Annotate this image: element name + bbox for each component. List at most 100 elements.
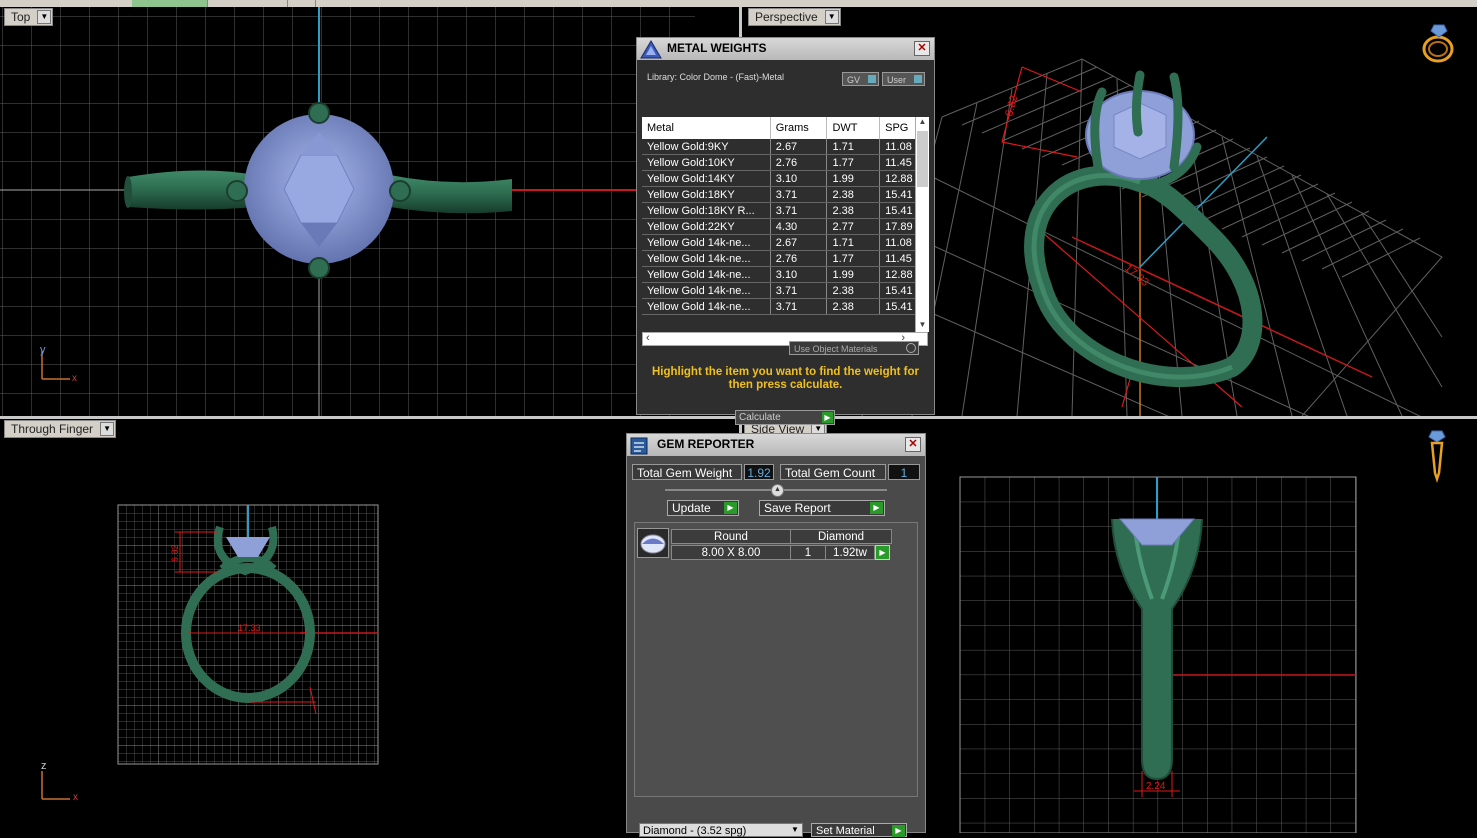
viewport-label-text: Perspective <box>755 10 818 24</box>
chevron-down-icon[interactable]: ▼ <box>100 422 115 436</box>
table-cell: 3.10 <box>770 170 828 187</box>
table-cell: 2.77 <box>826 218 881 235</box>
metal-weights-table: Metal Grams DWT SPG Yellow Gold:9KY 2.67 1… <box>642 117 921 315</box>
gem-weight: 1.92tw <box>825 545 875 560</box>
library-label: Library: Color Dome - (Fast)-Metal <box>647 72 785 82</box>
toolbar-tab-active[interactable] <box>132 0 208 7</box>
table-row[interactable]: Yellow Gold:18KY R... 3.71 2.38 15.41 <box>642 202 921 219</box>
table-cell: 1.71 <box>826 234 881 251</box>
table-cell: 1.77 <box>826 250 881 267</box>
table-row[interactable]: Yellow Gold 14k-ne... 3.71 2.38 15.41 <box>642 298 921 315</box>
play-arrow-icon: ▶ <box>822 412 833 423</box>
panel-titlebar[interactable]: METAL WEIGHTS ✕ <box>637 38 934 60</box>
collapse-icon[interactable]: ▲ <box>771 484 784 497</box>
dimension-height-label: 6.82 <box>170 544 180 562</box>
viewport-label-perspective[interactable]: Perspective ▼ <box>748 8 841 26</box>
chevron-down-icon[interactable]: ▼ <box>824 10 839 24</box>
table-row[interactable]: Yellow Gold:22KY 4.30 2.77 17.89 <box>642 218 921 235</box>
table-row[interactable]: Yellow Gold 14k-ne... 3.71 2.38 15.41 <box>642 282 921 299</box>
table-row[interactable]: Yellow Gold 14k-ne... 3.10 1.99 12.88 <box>642 266 921 283</box>
set-material-label: Set Material <box>816 825 875 837</box>
chevron-down-icon[interactable]: ▼ <box>37 10 52 24</box>
total-gem-count-value: 1 <box>888 464 920 480</box>
table-cell: 3.10 <box>770 266 828 283</box>
gv-toggle[interactable]: GV <box>842 72 879 86</box>
material-select-value: Diamond - (3.52 spg) <box>643 825 747 837</box>
play-arrow-icon[interactable]: ▶ <box>875 545 890 560</box>
close-icon[interactable]: ✕ <box>914 41 930 56</box>
toolbar-tab[interactable] <box>287 0 316 7</box>
chevron-down-icon[interactable]: ▼ <box>789 824 801 836</box>
metal-weights-body: Library: Color Dome - (Fast)-Metal GV Us… <box>637 60 934 425</box>
table-cell: 4.30 <box>770 218 828 235</box>
set-material-button[interactable]: Set Material ▶ <box>811 823 907 837</box>
top-view-canvas: y x <box>0 7 695 416</box>
play-arrow-icon: ▶ <box>870 502 883 514</box>
viewport-label-text: Through Finger <box>11 422 94 436</box>
gv-label: GV <box>847 75 861 85</box>
total-gem-weight-label: Total Gem Weight <box>632 464 742 480</box>
table-cell: 2.67 <box>770 234 828 251</box>
table-row[interactable]: Yellow Gold:18KY 3.71 2.38 15.41 <box>642 186 921 203</box>
table-cell: Yellow Gold:18KY R... <box>642 202 771 219</box>
table-cell: 2.67 <box>770 139 828 155</box>
gem-list: Round Diamond 8.00 X 8.00 1 1.92tw ▶ <box>634 522 918 797</box>
instruction-message: Highlight the item you want to find the … <box>651 366 920 391</box>
table-cell: 1.77 <box>826 154 881 171</box>
scroll-up-arrow-icon[interactable]: ▲ <box>917 117 928 129</box>
panel-title: METAL WEIGHTS <box>667 41 767 55</box>
pendant-icon[interactable] <box>1426 429 1448 483</box>
gem-reporter-icon <box>630 437 648 455</box>
table-cell: 2.38 <box>826 202 881 219</box>
table-cell: Yellow Gold 14k-ne... <box>642 250 771 267</box>
table-cell: 1.99 <box>826 266 881 283</box>
gem-material: Diamond <box>790 529 892 544</box>
viewport-label-top[interactable]: Top ▼ <box>4 8 54 26</box>
toolbar-tab[interactable] <box>0 0 133 7</box>
column-header-dwt[interactable]: DWT <box>826 117 881 139</box>
column-header-metal[interactable]: Metal <box>642 117 771 139</box>
panel-title: GEM REPORTER <box>657 437 755 451</box>
metal-weights-icon <box>640 40 662 59</box>
table-cell: 2.38 <box>826 186 881 203</box>
viewport-label-through-finger[interactable]: Through Finger ▼ <box>4 420 117 438</box>
ring-icon[interactable] <box>1418 21 1456 67</box>
axis-label-y: y <box>40 344 46 356</box>
vertical-scrollbar[interactable]: ▲ ▼ <box>915 117 929 332</box>
top-viewport[interactable]: y x Top ▼ <box>0 7 739 416</box>
toggle-indicator <box>868 75 876 83</box>
table-cell: Yellow Gold:14KY <box>642 170 771 187</box>
table-row[interactable]: Yellow Gold 14k-ne... 2.67 1.71 11.08 <box>642 234 921 251</box>
table-cell: Yellow Gold 14k-ne... <box>642 298 771 315</box>
table-row[interactable]: Yellow Gold 14k-ne... 2.76 1.77 11.45 <box>642 250 921 267</box>
update-button[interactable]: Update ▶ <box>667 500 739 516</box>
viewport-label-text: Top <box>11 10 31 24</box>
calculate-button[interactable]: Calculate ▶ <box>735 410 835 425</box>
update-label: Update <box>672 501 711 515</box>
table-row[interactable]: Yellow Gold:9KY 2.67 1.71 11.08 <box>642 139 921 155</box>
dimension-width-label: 17.33 <box>238 623 261 633</box>
user-toggle[interactable]: User <box>882 72 925 86</box>
table-row[interactable]: Yellow Gold:14KY 3.10 1.99 12.88 <box>642 170 921 187</box>
gem-count: 1 <box>790 545 826 560</box>
gem-size: 8.00 X 8.00 <box>671 545 791 560</box>
prong-top <box>308 102 330 124</box>
scrollbar-thumb[interactable] <box>917 131 928 187</box>
gem-shape: Round <box>671 529 791 544</box>
close-icon[interactable]: ✕ <box>905 437 921 452</box>
scroll-left-arrow-icon[interactable]: ‹ <box>646 332 650 344</box>
table-cell: Yellow Gold:22KY <box>642 218 771 235</box>
calculate-label: Calculate <box>739 412 781 423</box>
table-cell: Yellow Gold 14k-ne... <box>642 266 771 283</box>
axis-label-x: x <box>73 792 78 803</box>
use-object-materials-toggle[interactable]: Use Object Materials <box>789 341 919 355</box>
panel-titlebar[interactable]: GEM REPORTER ✕ <box>627 434 925 456</box>
material-select[interactable]: Diamond - (3.52 spg) ▼ <box>639 823 803 837</box>
table-row[interactable]: Yellow Gold:10KY 2.76 1.77 11.45 <box>642 154 921 171</box>
save-report-label: Save Report <box>764 501 831 515</box>
column-header-grams[interactable]: Grams <box>770 117 828 139</box>
scroll-down-arrow-icon[interactable]: ▼ <box>917 320 928 332</box>
save-report-button[interactable]: Save Report ▶ <box>759 500 885 516</box>
table-cell: 1.99 <box>826 170 881 187</box>
toolbar-tab[interactable] <box>207 0 288 7</box>
